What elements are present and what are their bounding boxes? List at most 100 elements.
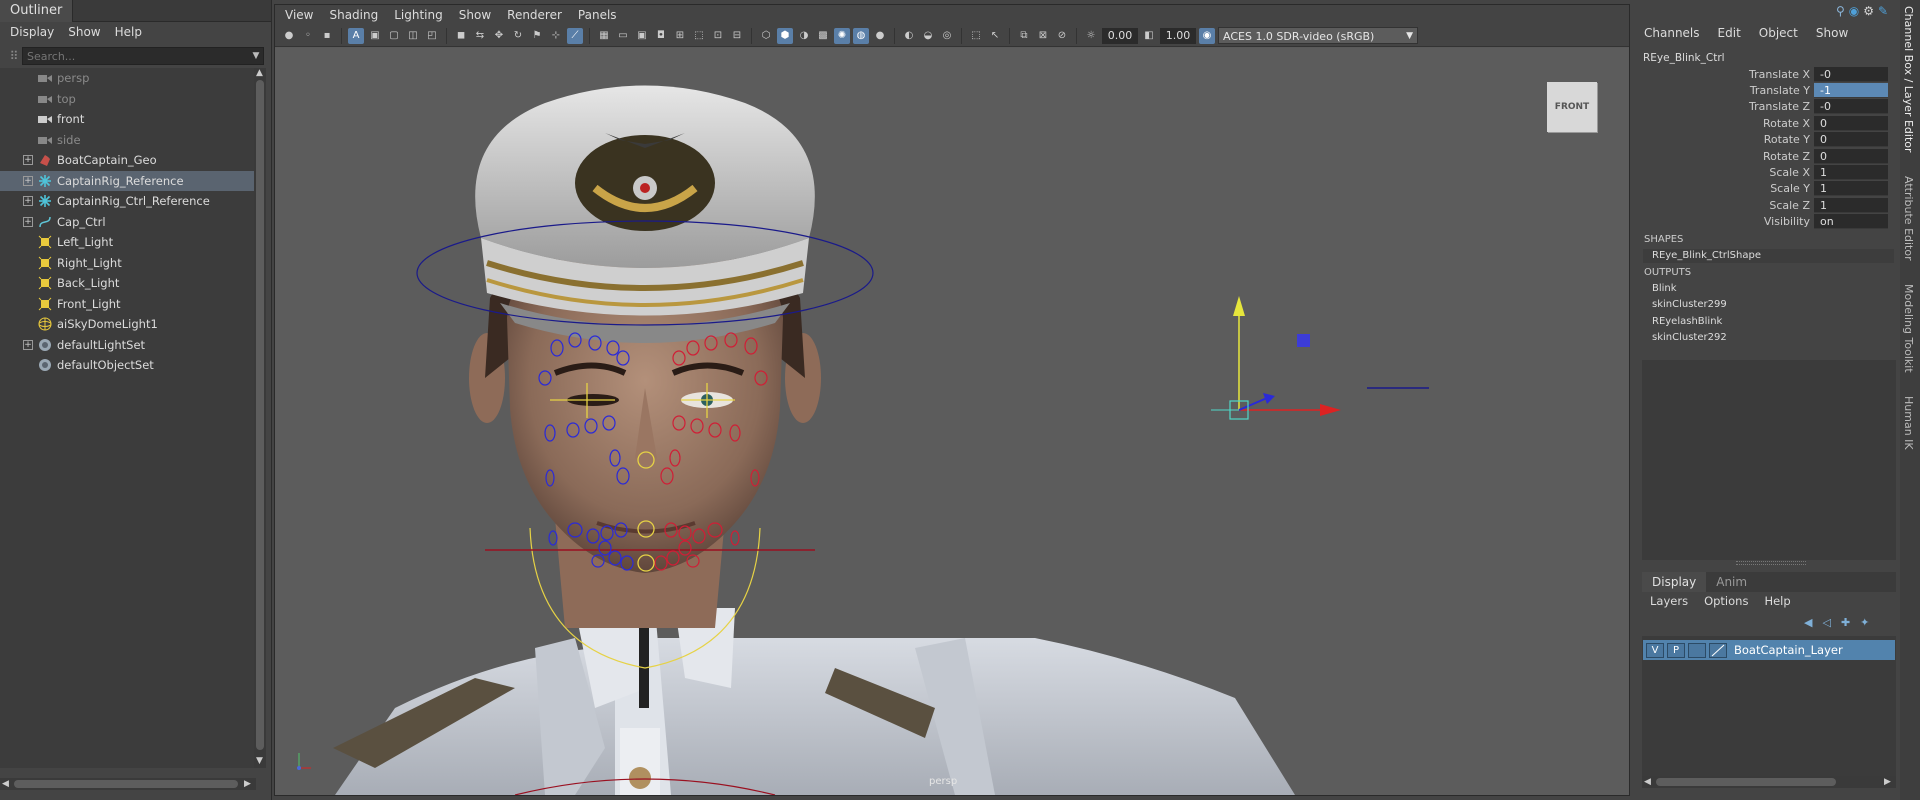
new-layer-icon[interactable]: ✚	[1841, 616, 1850, 629]
attr-label[interactable]: Rotate Z	[1636, 150, 1814, 163]
layer-playback-toggle[interactable]: P	[1667, 642, 1685, 658]
layer-display-type-toggle[interactable]	[1688, 642, 1706, 658]
resolution-gate-icon[interactable]: ◰	[424, 28, 440, 44]
attr-value-field[interactable]: 0	[1814, 132, 1888, 148]
image-plane-icon[interactable]: A	[348, 27, 364, 44]
tab-attribute-editor[interactable]: Attribute Editor	[1902, 176, 1915, 261]
ambient-occlusion-icon[interactable]: ●	[872, 28, 888, 44]
expand-icon[interactable]: +	[23, 175, 33, 186]
scroll-up-icon[interactable]: ▲	[256, 68, 263, 78]
attr-label[interactable]: Translate Y	[1636, 84, 1814, 97]
outliner-item-front-light[interactable]: Front_Light	[0, 294, 256, 315]
outliner-item-right-light[interactable]: Right_Light	[0, 253, 256, 274]
outliner-item-captainrig-ctrl-reference[interactable]: + CaptainRig_Ctrl_Reference	[0, 191, 256, 212]
chevron-down-icon[interactable]: ▼	[249, 51, 263, 61]
outliner-item-top[interactable]: top	[0, 89, 256, 110]
use-all-lights-icon[interactable]: ✺	[834, 27, 850, 44]
layer-color-swatch[interactable]	[1709, 642, 1727, 658]
outliner-item-left-light[interactable]: Left_Light	[0, 232, 256, 253]
track-icon[interactable]: ✥	[491, 28, 507, 44]
bookmark-flag-icon[interactable]: ⚑	[529, 28, 545, 44]
attr-label[interactable]: Scale Y	[1636, 182, 1814, 195]
scroll-down-icon[interactable]: ▼	[256, 756, 263, 766]
scrollbar-thumb[interactable]	[256, 80, 264, 750]
exposure-field[interactable]: 0.00	[1102, 27, 1138, 44]
multisample-icon[interactable]: ⧉	[1016, 28, 1032, 44]
outliner-item-back-light[interactable]: Back_Light	[0, 273, 256, 294]
channel-box-menu-channels[interactable]: Channels	[1644, 26, 1700, 40]
viewport-menu-panels[interactable]: Panels	[578, 8, 617, 22]
outliner-item-front[interactable]: front	[0, 109, 256, 130]
scrollbar-thumb[interactable]	[1656, 778, 1836, 786]
gate-mask-icon[interactable]: ◘	[653, 28, 669, 44]
film-gate-icon[interactable]: ◫	[405, 28, 421, 44]
xray-active-icon[interactable]: ◒	[920, 28, 936, 44]
viewport-menu-renderer[interactable]: Renderer	[507, 8, 562, 22]
motion-blur-icon[interactable]: ⊠	[1035, 28, 1051, 44]
attr-label[interactable]: Rotate Y	[1636, 133, 1814, 146]
scrollbar-thumb[interactable]	[14, 780, 238, 788]
new-layer-from-selection-icon[interactable]: ✦	[1860, 616, 1869, 629]
layer-menu-help[interactable]: Help	[1764, 594, 1790, 608]
viewport-menu-lighting[interactable]: Lighting	[394, 8, 443, 22]
attr-value-field[interactable]: 1	[1814, 165, 1888, 181]
scroll-left-icon[interactable]: ◀	[2, 779, 9, 789]
attr-label[interactable]: Visibility	[1636, 215, 1814, 228]
grease-pencil-icon[interactable]: ▣	[367, 28, 383, 44]
safe-title-icon[interactable]: ⊡	[710, 28, 726, 44]
wireframe-on-shaded-icon[interactable]: ◑	[796, 28, 812, 44]
attr-value-field[interactable]: 1	[1814, 197, 1888, 213]
scroll-right-icon[interactable]: ▶	[244, 779, 251, 789]
outliner-menu-display[interactable]: Display	[10, 25, 54, 39]
outliner-item-defaultobjectset[interactable]: defaultObjectSet	[0, 355, 256, 376]
outliner-item-boatcaptain-geo[interactable]: + BoatCaptain_Geo	[0, 150, 256, 171]
smooth-shade-icon[interactable]: ⬢	[777, 27, 793, 44]
grid-icon[interactable]: ▦	[596, 28, 612, 44]
attr-value-field[interactable]: -0	[1814, 99, 1888, 115]
viewport-menu-show[interactable]: Show	[459, 8, 491, 22]
tab-display[interactable]: Display	[1642, 572, 1707, 592]
outliner-item-cap-ctrl[interactable]: + Cap_Ctrl	[0, 212, 256, 233]
xray-icon[interactable]: ◐	[901, 28, 917, 44]
outliner-tab[interactable]: Outliner	[0, 0, 74, 22]
viewport-menu-shading[interactable]: Shading	[329, 8, 378, 22]
viewport-menu-view[interactable]: View	[285, 8, 313, 22]
attr-value-field[interactable]: 0	[1814, 115, 1888, 131]
gear-icon[interactable]: ⚙	[1863, 4, 1874, 18]
attr-label[interactable]: Translate X	[1636, 68, 1814, 81]
channel-box-menu-edit[interactable]: Edit	[1718, 26, 1741, 40]
attr-label[interactable]: Rotate X	[1636, 117, 1814, 130]
attr-label[interactable]: Scale X	[1636, 166, 1814, 179]
tumble-icon[interactable]: ↻	[510, 28, 526, 44]
isolate-icon[interactable]: ⊹	[548, 28, 564, 44]
pointer-icon[interactable]: ↖	[987, 28, 1003, 44]
output-item[interactable]: Blink	[1652, 283, 1677, 294]
channel-box-menu-object[interactable]: Object	[1759, 26, 1798, 40]
textured-icon[interactable]: ▩	[815, 28, 831, 44]
outliner-item-side[interactable]: side	[0, 130, 256, 151]
gamma-field[interactable]: 1.00	[1160, 27, 1196, 44]
camera-attributes-icon[interactable]: ◦	[300, 28, 316, 44]
screen-space-icon[interactable]: ⊘	[1054, 28, 1070, 44]
layer-menu-options[interactable]: Options	[1704, 594, 1748, 608]
wireframe-icon[interactable]: ⬡	[758, 28, 774, 44]
update-icon[interactable]: ◉	[1849, 4, 1859, 18]
channel-box-node-name[interactable]: REye_Blink_Ctrl	[1643, 52, 1725, 64]
expand-icon[interactable]: +	[23, 216, 33, 227]
outliner-item-captainrig-reference[interactable]: + CaptainRig_Reference	[0, 170, 256, 191]
output-item[interactable]: skinCluster292	[1652, 332, 1727, 343]
shadows-icon[interactable]: ◍	[853, 27, 869, 44]
outliner-horizontal-scrollbar[interactable]: ◀ ▶	[0, 778, 256, 790]
dolly-icon[interactable]: ⇆	[472, 28, 488, 44]
panel-resize-handle[interactable]	[1736, 561, 1806, 565]
attr-value-field[interactable]: 1	[1814, 181, 1888, 197]
tab-human-ik[interactable]: Human IK	[1902, 396, 1915, 450]
layer-visibility-toggle[interactable]: V	[1646, 642, 1664, 658]
outliner-menu-help[interactable]: Help	[115, 25, 142, 39]
scroll-right-icon[interactable]: ▶	[1884, 777, 1891, 787]
outliner-vertical-scrollbar[interactable]: ▲ ▼	[254, 68, 266, 768]
expand-icon[interactable]: +	[23, 339, 33, 350]
attr-value-field[interactable]: -0	[1814, 66, 1888, 82]
2d-pan-zoom-icon[interactable]: ▢	[386, 28, 402, 44]
gamma-icon[interactable]: ◧	[1141, 28, 1157, 44]
